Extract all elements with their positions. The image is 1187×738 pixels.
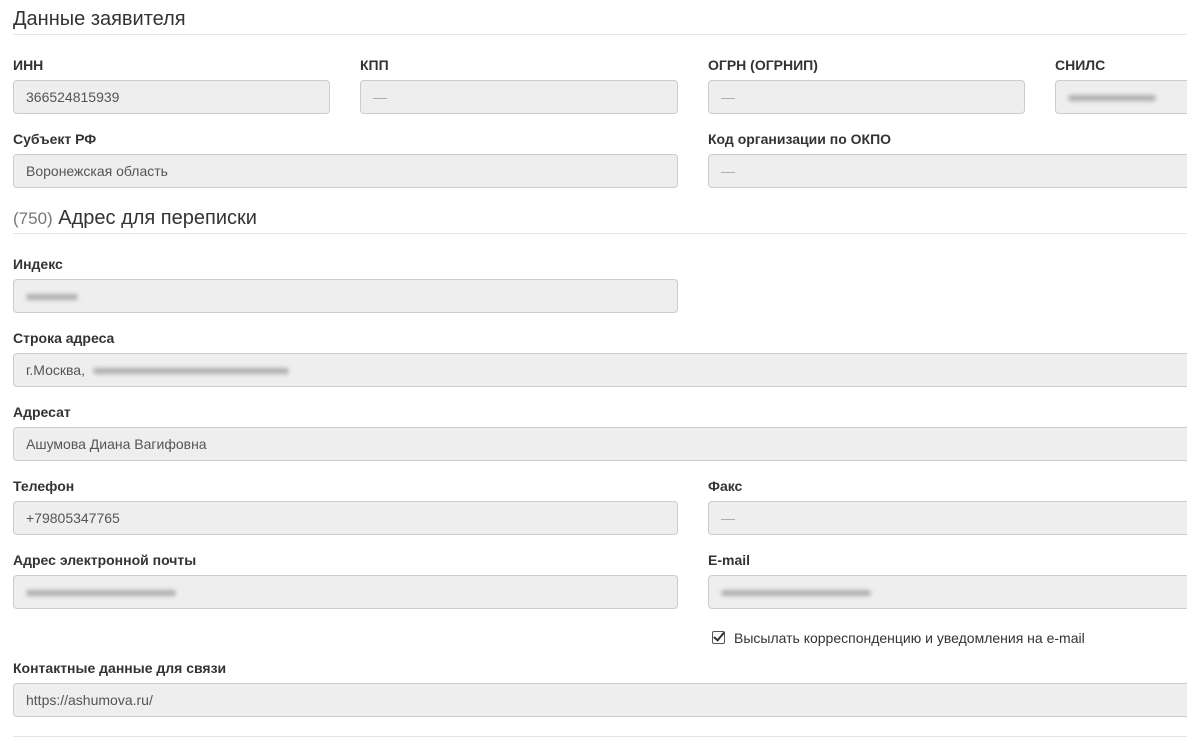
redacted-value — [92, 368, 289, 375]
address-line-field[interactable]: г.Москва, — [13, 353, 1187, 387]
address-section-label: Адрес для переписки — [58, 207, 257, 229]
address-line-label: Строка адреса — [13, 330, 115, 346]
checkbox-checked-icon[interactable] — [712, 631, 725, 644]
okpo-field[interactable]: — — [708, 154, 1187, 188]
inn-label: ИНН — [13, 57, 44, 73]
addressee-label: Адресат — [13, 404, 71, 420]
address-line-value: г.Москва, — [26, 362, 85, 378]
contacts-label: Контактные данные для связи — [13, 660, 227, 676]
redacted-value — [1068, 95, 1156, 102]
applicant-section-title: Данные заявителя — [13, 8, 186, 30]
send-email-checkbox-row[interactable]: Высылать корреспонденцию и уведомления н… — [712, 630, 1085, 646]
email-label: E-mail — [708, 552, 751, 568]
okpo-label: Код организации по ОКПО — [708, 131, 892, 147]
contacts-field[interactable]: https://ashumova.ru/ — [13, 683, 1187, 717]
redacted-value — [26, 294, 78, 301]
ogrn-field[interactable]: — — [708, 80, 1025, 114]
fax-field[interactable]: — — [708, 501, 1187, 535]
snils-field[interactable] — [1055, 80, 1187, 114]
section-number: (750) — [13, 209, 53, 228]
region-label: Субъект РФ — [13, 131, 97, 147]
redacted-value — [26, 590, 176, 597]
index-label: Индекс — [13, 256, 63, 272]
section-divider — [13, 34, 1187, 35]
email-field[interactable] — [708, 575, 1187, 609]
snils-label: СНИЛС — [1055, 57, 1106, 73]
addressee-field[interactable]: Ашумова Диана Вагифовна — [13, 427, 1187, 461]
phone-label: Телефон — [13, 478, 75, 494]
email-address-field[interactable] — [13, 575, 678, 609]
section-divider — [13, 233, 1187, 234]
index-field[interactable] — [13, 279, 678, 313]
inn-field[interactable]: 366524815939 — [13, 80, 330, 114]
section-divider — [13, 736, 1187, 737]
region-field[interactable]: Воронежская область — [13, 154, 678, 188]
kpp-label: КПП — [360, 57, 389, 73]
send-email-checkbox-label: Высылать корреспонденцию и уведомления н… — [734, 630, 1085, 646]
kpp-field[interactable]: — — [360, 80, 678, 114]
fax-label: Факс — [708, 478, 743, 494]
phone-field[interactable]: +79805347765 — [13, 501, 678, 535]
address-section-title: (750) Адрес для переписки — [13, 207, 257, 230]
redacted-value — [721, 590, 871, 597]
email-address-label: Адрес электронной почты — [13, 552, 197, 568]
ogrn-label: ОГРН (ОГРНИП) — [708, 57, 818, 73]
